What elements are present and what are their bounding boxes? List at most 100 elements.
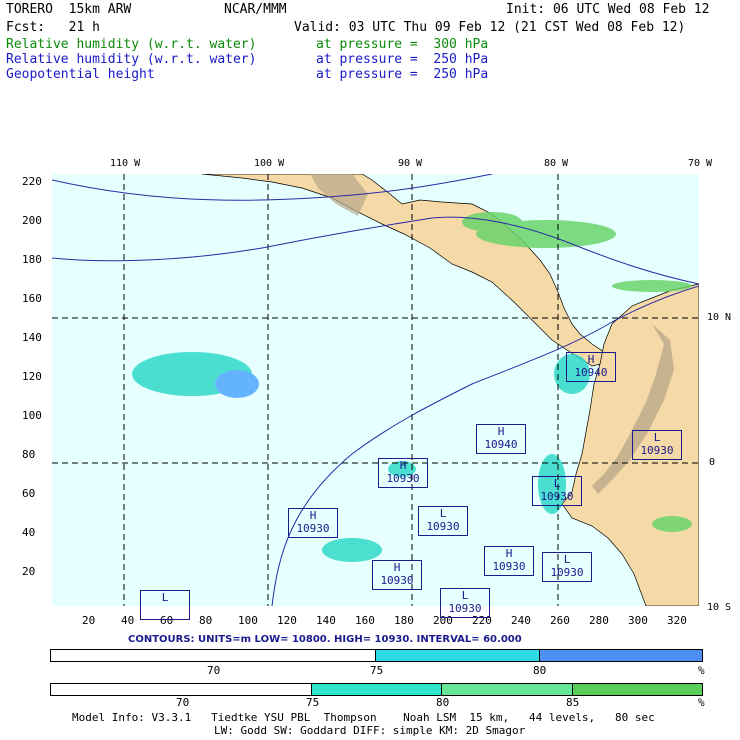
- y-tick-label: 40: [22, 526, 36, 539]
- x-tick-label: 140: [316, 614, 336, 627]
- model-info-line1: Model Info: V3.3.1 Tiedtke YSU PBL Thomp…: [72, 711, 655, 724]
- field-1-level: at pressure = 300 hPa: [316, 37, 489, 52]
- y-tick-label: 20: [22, 565, 36, 578]
- pressure-center-type: L: [653, 431, 661, 444]
- pressure-center-value: 10930: [380, 574, 414, 587]
- x-tick-label: 100: [238, 614, 258, 627]
- field-3-name: Geopotential height: [6, 67, 155, 82]
- pressure-center-type: H: [505, 547, 513, 560]
- pressure-center-value: 10940: [484, 438, 518, 451]
- lat-label-10s: 10 S: [707, 602, 732, 613]
- pressure-center-box: L 10930: [632, 430, 682, 460]
- lon-label-80w: 80 W: [544, 158, 569, 169]
- pressure-center-value: 10930: [540, 490, 574, 503]
- pressure-center-value: 10930: [448, 602, 482, 615]
- y-tick-label: 220: [22, 175, 42, 188]
- colorbar-250-seg-1: [51, 650, 376, 661]
- bar2-label-80: 80: [436, 696, 450, 709]
- pressure-center-value: 10930: [296, 522, 330, 535]
- pressure-center-type: H: [309, 509, 317, 522]
- pressure-center-type: H: [497, 425, 505, 438]
- organization: NCAR/MMM: [224, 2, 287, 17]
- forecast-hour: Fcst: 21 h: [6, 20, 100, 35]
- colorbar-300-seg-3: [442, 684, 573, 695]
- y-tick-label: 200: [22, 214, 42, 227]
- x-tick-label: 160: [355, 614, 375, 627]
- bar2-label-75: 75: [306, 696, 320, 709]
- pressure-center-box: H 10930: [372, 560, 422, 590]
- model-info-line2: LW: Godd SW: Goddard DIFF: simple KM: 2D…: [214, 724, 526, 737]
- pressure-center-type: H: [399, 459, 407, 472]
- pressure-center-box: H 10940: [476, 424, 526, 454]
- x-tick-label: 260: [550, 614, 570, 627]
- pressure-center-box: L 10930: [418, 506, 468, 536]
- weather-map: [52, 174, 699, 606]
- pressure-center-box: H 10930: [378, 458, 428, 488]
- pressure-center-value: 10930: [640, 444, 674, 457]
- x-tick-label: 20: [82, 614, 96, 627]
- bar1-label-80: 80: [533, 664, 547, 677]
- y-tick-label: 120: [22, 370, 42, 383]
- pressure-center-value: 10930: [386, 472, 420, 485]
- field-1-name: Relative humidity (w.r.t. water): [6, 37, 257, 52]
- pressure-center-value: 10930: [426, 520, 460, 533]
- colorbar-300hpa: [50, 683, 703, 696]
- valid-time: Valid: 03 UTC Thu 09 Feb 12 (21 CST Wed …: [294, 20, 686, 35]
- init-time: Init: 06 UTC Wed 08 Feb 12: [506, 2, 710, 17]
- colorbar-300-seg-1: [51, 684, 312, 695]
- lon-label-100w: 100 W: [254, 158, 285, 169]
- pressure-center-value: 10940: [574, 366, 608, 379]
- contours-info: CONTOURS: UNITS=m LOW= 10800. HIGH= 1093…: [128, 634, 522, 645]
- pressure-center-box: L 10930: [440, 588, 490, 618]
- pressure-center-type: L: [461, 589, 469, 602]
- bar1-label-70: 70: [207, 664, 221, 677]
- colorbar-250hpa: [50, 649, 703, 662]
- colorbar-250-seg-3: [539, 650, 702, 661]
- bar1-unit: %: [698, 664, 705, 677]
- pressure-center-type: L: [553, 477, 561, 490]
- y-tick-label: 160: [22, 292, 42, 305]
- x-tick-label: 280: [589, 614, 609, 627]
- pressure-center-box: L 10930: [542, 552, 592, 582]
- lat-label-10n: 10 N: [707, 312, 732, 323]
- pressure-center-value: 10930: [492, 560, 526, 573]
- x-tick-label: 40: [121, 614, 135, 627]
- colorbar-250-seg-2: [376, 650, 540, 661]
- pressure-center-value: 10930: [550, 566, 584, 579]
- y-tick-label: 100: [22, 409, 42, 422]
- lon-label-110w: 110 W: [110, 158, 141, 169]
- lat-label-0: 0: [709, 457, 716, 468]
- lon-label-70w: 70 W: [688, 158, 713, 169]
- bar2-label-85: 85: [566, 696, 580, 709]
- y-tick-label: 180: [22, 253, 42, 266]
- pressure-center-box: L 10930: [532, 476, 582, 506]
- bar1-label-75: 75: [370, 664, 384, 677]
- x-tick-label: 240: [511, 614, 531, 627]
- y-tick-label: 140: [22, 331, 42, 344]
- x-tick-label: 120: [277, 614, 297, 627]
- pressure-center-box: H 10940: [566, 352, 616, 382]
- pressure-center-type: L: [161, 591, 169, 604]
- lon-label-90w: 90 W: [398, 158, 423, 169]
- x-tick-label: 320: [667, 614, 687, 627]
- colorbar-300-seg-2: [311, 684, 443, 695]
- pressure-center-box: L: [140, 590, 190, 620]
- field-2-name: Relative humidity (w.r.t. water): [6, 52, 257, 67]
- x-tick-label: 300: [628, 614, 648, 627]
- pressure-center-type: H: [393, 561, 401, 574]
- pressure-center-box: H 10930: [484, 546, 534, 576]
- bar2-unit: %: [698, 696, 705, 709]
- x-tick-label: 80: [199, 614, 213, 627]
- pressure-center-type: H: [587, 353, 595, 366]
- colorbar-300-seg-4: [572, 684, 703, 695]
- field-2-level: at pressure = 250 hPa: [316, 52, 489, 67]
- field-3-level: at pressure = 250 hPa: [316, 67, 489, 82]
- y-tick-label: 60: [22, 487, 36, 500]
- y-tick-label: 80: [22, 448, 36, 461]
- model-name: TORERO 15km ARW: [6, 2, 132, 17]
- pressure-center-type: L: [439, 507, 447, 520]
- pressure-center-box: H 10930: [288, 508, 338, 538]
- x-tick-label: 180: [394, 614, 414, 627]
- pressure-center-type: L: [563, 553, 571, 566]
- bar2-label-70: 70: [176, 696, 190, 709]
